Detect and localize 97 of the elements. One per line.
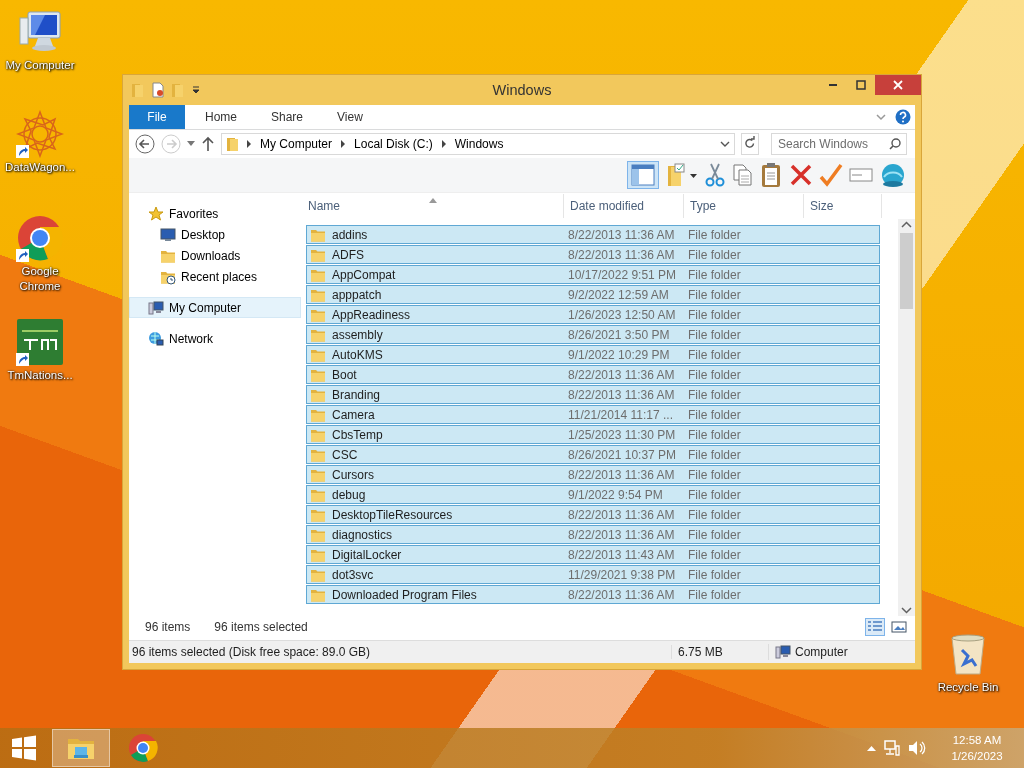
date-modified: 8/22/2013 11:36 AM <box>568 247 676 262</box>
file-row[interactable]: debug 9/1/2022 9:54 PM File folder <box>306 485 880 504</box>
file-name: Boot <box>332 367 357 382</box>
file-name: Downloaded Program Files <box>332 587 477 602</box>
ribbon-tab[interactable]: View <box>323 105 377 129</box>
date-modified: 11/29/2021 9:38 PM <box>568 567 677 582</box>
file-name: Branding <box>332 387 381 402</box>
file-type: File folder <box>688 347 742 362</box>
date-modified: 9/1/2022 10:29 PM <box>568 347 671 362</box>
file-type: File folder <box>688 447 742 462</box>
date-modified: 8/22/2013 11:36 AM <box>568 227 676 242</box>
date-modified: 8/22/2013 11:36 AM <box>568 387 676 402</box>
file-row[interactable]: ADFS 8/22/2013 11:36 AM File folder <box>306 245 880 264</box>
file-name: CbsTemp <box>332 427 383 442</box>
date-modified: 8/22/2013 11:36 AM <box>568 367 676 382</box>
nav-item[interactable]: Recent places <box>129 266 301 287</box>
file-name: debug <box>332 487 366 502</box>
file-type: File folder <box>688 507 742 522</box>
date-modified: 8/26/2021 3:50 PM <box>568 327 671 342</box>
file-row[interactable]: DesktopTileResources 8/22/2013 11:36 AM File folder <box>306 505 880 524</box>
file-row[interactable]: assembly 8/26/2021 3:50 PM File folder <box>306 325 880 344</box>
date-modified: 1/25/2023 11:30 PM <box>568 427 677 442</box>
file-type: File folder <box>688 547 742 562</box>
file-row[interactable]: AppCompat 10/17/2022 9:51 PM File folder <box>306 265 880 284</box>
file-type: File folder <box>688 227 742 242</box>
file-name: DesktopTileResources <box>332 507 453 522</box>
breadcrumb[interactable]: My Computer <box>258 137 335 151</box>
file-row[interactable]: diagnostics 8/22/2013 11:36 AM File folder <box>306 525 880 544</box>
file-type: File folder <box>688 587 742 602</box>
file-type: File folder <box>688 287 742 302</box>
file-row[interactable]: DigitalLocker 8/22/2013 11:43 AM File folder <box>306 545 880 564</box>
file-type: File folder <box>688 247 742 262</box>
item-count: 96 items <box>145 620 191 634</box>
file-type: File folder <box>688 307 742 322</box>
file-name: AppReadiness <box>332 307 411 322</box>
file-row[interactable]: apppatch 9/2/2022 12:59 AM File folder <box>306 285 880 304</box>
breadcrumb[interactable]: Local Disk (C:) <box>352 137 435 151</box>
status-text: 96 items selected (Disk free space: 89.0 GB) <box>131 645 372 659</box>
file-row[interactable]: Branding 8/22/2013 11:36 AM File folder <box>306 385 880 404</box>
file-row[interactable]: CSC 8/26/2021 10:37 PM File folder <box>306 445 880 464</box>
file-type: File folder <box>688 267 742 282</box>
date-modified: 1/26/2023 12:50 AM <box>568 307 677 322</box>
file-name: addins <box>332 227 368 242</box>
file-type: File folder <box>688 527 742 542</box>
date-modified: 8/22/2013 11:36 AM <box>568 587 676 602</box>
nav-item[interactable]: Desktop <box>129 224 301 245</box>
selection-count: 96 items selected <box>214 620 308 634</box>
date-modified: 8/22/2013 11:36 AM <box>568 507 676 522</box>
file-name: diagnostics <box>332 527 393 542</box>
file-row[interactable]: CbsTemp 1/25/2023 11:30 PM File folder <box>306 425 880 444</box>
file-row[interactable]: AppReadiness 1/26/2023 12:50 AM File folder <box>306 305 880 324</box>
breadcrumb[interactable]: Windows <box>452 137 506 151</box>
file-name: ADFS <box>332 247 364 262</box>
date-modified: 8/22/2013 11:43 AM <box>568 547 676 562</box>
date-modified: 9/1/2022 9:54 PM <box>568 487 664 502</box>
file-name: dot3svc <box>332 567 374 582</box>
date-modified: 10/17/2022 9:51 PM <box>568 267 678 282</box>
date-modified: 11/21/2014 11:17 ... <box>568 407 674 422</box>
ribbon-tab[interactable]: Share <box>257 105 318 129</box>
file-name: apppatch <box>332 287 382 302</box>
date-modified: 8/22/2013 11:36 AM <box>568 527 676 542</box>
address-bar[interactable]: My Computer Local Disk (C:) Windows <box>221 133 735 155</box>
file-row[interactable]: addins 8/22/2013 11:36 AM File folder <box>306 225 880 244</box>
file-type: File folder <box>688 567 742 582</box>
window-title: Windows <box>492 82 552 98</box>
search-field[interactable]: Search Windows <box>771 133 907 155</box>
file-row[interactable]: dot3svc 11/29/2021 9:38 PM File folder <box>306 565 880 584</box>
file-name: Camera <box>332 407 375 422</box>
file-type: File folder <box>688 467 742 482</box>
file-name: Cursors <box>332 467 374 482</box>
file-name: DigitalLocker <box>332 547 402 562</box>
nav-item[interactable]: My Computer <box>129 297 301 318</box>
file-row[interactable]: Downloaded Program Files 8/22/2013 11:36 AM File folder <box>306 585 880 604</box>
file-type: File folder <box>688 487 742 502</box>
status-size: 6.75 MB <box>671 645 768 659</box>
file-type: File folder <box>688 427 742 442</box>
file-type: File folder <box>688 327 742 342</box>
status-location: Computer <box>795 645 848 659</box>
file-row[interactable]: Boot 8/22/2013 11:36 AM File folder <box>306 365 880 384</box>
file-row[interactable]: AutoKMS 9/1/2022 10:29 PM File folder <box>306 345 880 364</box>
ribbon-tab[interactable]: Home <box>191 105 251 129</box>
date-modified: 9/2/2022 12:59 AM <box>568 287 670 302</box>
file-name: CSC <box>332 447 358 462</box>
date-modified: 8/22/2013 11:36 AM <box>568 467 676 482</box>
file-name: AppCompat <box>332 267 396 282</box>
nav-item[interactable]: Favorites <box>129 203 301 224</box>
file-name: assembly <box>332 327 383 342</box>
file-type: File folder <box>688 367 742 382</box>
file-row[interactable]: Cursors 8/22/2013 11:36 AM File folder <box>306 465 880 484</box>
nav-item[interactable]: Downloads <box>129 245 301 266</box>
file-row[interactable]: Camera 11/21/2014 11:17 ... File folder <box>306 405 880 424</box>
date-modified: 8/26/2021 10:37 PM <box>568 447 678 462</box>
file-type: File folder <box>688 387 742 402</box>
file-type: File folder <box>688 407 742 422</box>
nav-item[interactable]: Network <box>129 328 301 349</box>
file-name: AutoKMS <box>332 347 383 362</box>
file-tab[interactable]: File <box>129 105 185 129</box>
